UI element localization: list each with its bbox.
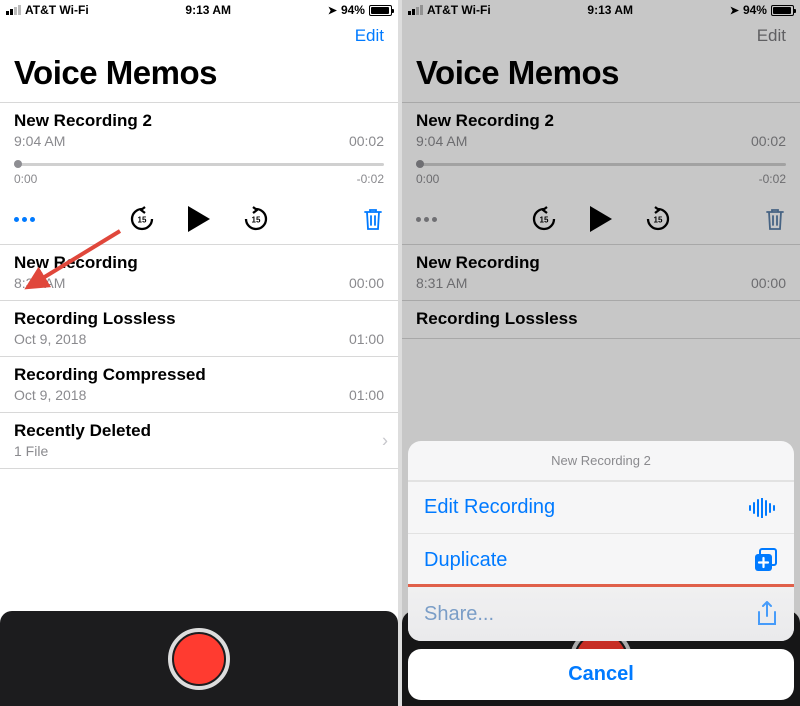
page-title: Voice Memos: [0, 52, 398, 102]
carrier-label: AT&T Wi-Fi: [427, 3, 491, 17]
recording-name[interactable]: New Recording 2: [416, 111, 554, 131]
recording-duration: 00:00: [349, 275, 384, 291]
scrubber-knob[interactable]: [416, 160, 424, 168]
trash-button[interactable]: [362, 206, 384, 232]
scrubber[interactable]: [14, 163, 384, 166]
status-bar: AT&T Wi-Fi 9:13 AM ➤ 94%: [0, 0, 398, 20]
more-button[interactable]: [416, 217, 437, 222]
battery-percent: 94%: [743, 3, 767, 17]
screenshot-right: AT&T Wi-Fi 9:13 AM ➤ 94% Edit Voice Memo…: [402, 0, 800, 706]
svg-text:15: 15: [251, 216, 260, 225]
recording-name: Recording Lossless: [416, 309, 578, 329]
waveform-icon: [748, 498, 778, 518]
list-item[interactable]: Recording Lossless: [402, 300, 800, 339]
sheet-option-share[interactable]: Share...: [408, 586, 794, 641]
status-bar: AT&T Wi-Fi 9:13 AM ➤ 94%: [402, 0, 800, 20]
recording-time: 9:04 AM: [14, 133, 152, 149]
scrubber-knob[interactable]: [14, 160, 22, 168]
trash-button[interactable]: [764, 206, 786, 232]
signal-bars-icon: [408, 5, 423, 15]
recording-name: Recording Lossless: [14, 309, 176, 329]
location-icon: ➤: [328, 4, 337, 17]
svg-text:15: 15: [539, 216, 548, 225]
screenshot-left: AT&T Wi-Fi 9:13 AM ➤ 94% Edit Voice Memo…: [0, 0, 398, 706]
recording-duration: 01:00: [349, 387, 384, 403]
skip-forward-15-icon[interactable]: 15: [243, 206, 269, 232]
svg-text:15: 15: [653, 216, 662, 225]
carrier-label: AT&T Wi-Fi: [25, 3, 89, 17]
edit-button[interactable]: Edit: [355, 26, 384, 46]
play-button[interactable]: [185, 204, 213, 234]
location-icon: ➤: [730, 4, 739, 17]
recording-expanded: New Recording 2 9:04 AM 00:02 0:00 -0:02…: [402, 102, 800, 244]
more-button[interactable]: [14, 217, 35, 222]
clock: 9:13 AM: [185, 3, 231, 17]
list-item[interactable]: New Recording 8:31 AM 00:00: [0, 244, 398, 300]
duplicate-icon: [754, 548, 778, 572]
svg-text:15: 15: [137, 216, 146, 225]
page-title: Voice Memos: [402, 52, 800, 102]
sheet-option-duplicate[interactable]: Duplicate: [408, 533, 794, 586]
record-bar: [0, 611, 398, 706]
list-item[interactable]: Recording Lossless Oct 9, 2018 01:00: [0, 300, 398, 356]
remaining-time: -0:02: [357, 172, 384, 186]
list-item[interactable]: New Recording 8:31 AM 00:00: [402, 244, 800, 300]
recording-name[interactable]: New Recording 2: [14, 111, 152, 131]
clock: 9:13 AM: [587, 3, 633, 17]
sheet-option-label: Share...: [424, 603, 494, 626]
recording-sub: Oct 9, 2018: [14, 331, 176, 347]
recording-duration: 00:02: [751, 133, 786, 149]
recording-duration: 00:00: [751, 275, 786, 291]
play-button[interactable]: [587, 204, 615, 234]
chevron-right-icon: ›: [382, 430, 388, 451]
recently-deleted-row[interactable]: Recently Deleted 1 File ›: [0, 412, 398, 469]
sheet-title: New Recording 2: [408, 441, 794, 481]
action-sheet: New Recording 2 Edit Recording Duplicate…: [408, 441, 794, 700]
recording-name: New Recording: [416, 253, 540, 273]
recording-sub: 8:31 AM: [14, 275, 138, 291]
skip-back-15-icon[interactable]: 15: [531, 206, 557, 232]
recording-sub: 8:31 AM: [416, 275, 540, 291]
recording-name: Recording Compressed: [14, 365, 206, 385]
recording-name: Recently Deleted: [14, 421, 151, 441]
playhead-time: 0:00: [416, 172, 439, 186]
edit-button[interactable]: Edit: [757, 26, 786, 46]
signal-bars-icon: [6, 5, 21, 15]
skip-back-15-icon[interactable]: 15: [129, 206, 155, 232]
recording-name: New Recording: [14, 253, 138, 273]
sheet-option-edit-recording[interactable]: Edit Recording: [408, 481, 794, 533]
nav-header: Edit: [402, 20, 800, 52]
recording-time: 9:04 AM: [416, 133, 554, 149]
sheet-option-label: Edit Recording: [424, 496, 555, 519]
skip-forward-15-icon[interactable]: 15: [645, 206, 671, 232]
recording-duration: 00:02: [349, 133, 384, 149]
remaining-time: -0:02: [759, 172, 786, 186]
sheet-cancel-button[interactable]: Cancel: [408, 649, 794, 700]
recording-duration: 01:00: [349, 331, 384, 347]
sheet-option-label: Duplicate: [424, 549, 507, 572]
list-item[interactable]: Recording Compressed Oct 9, 2018 01:00: [0, 356, 398, 412]
recording-sub: 1 File: [14, 443, 151, 459]
recording-expanded: New Recording 2 9:04 AM 00:02 0:00 -0:02…: [0, 102, 398, 244]
battery-icon: [771, 5, 794, 16]
nav-header: Edit: [0, 20, 398, 52]
record-button[interactable]: [168, 628, 230, 690]
share-icon: [756, 601, 778, 627]
playhead-time: 0:00: [14, 172, 37, 186]
recording-sub: Oct 9, 2018: [14, 387, 206, 403]
battery-percent: 94%: [341, 3, 365, 17]
scrubber[interactable]: [416, 163, 786, 166]
battery-icon: [369, 5, 392, 16]
